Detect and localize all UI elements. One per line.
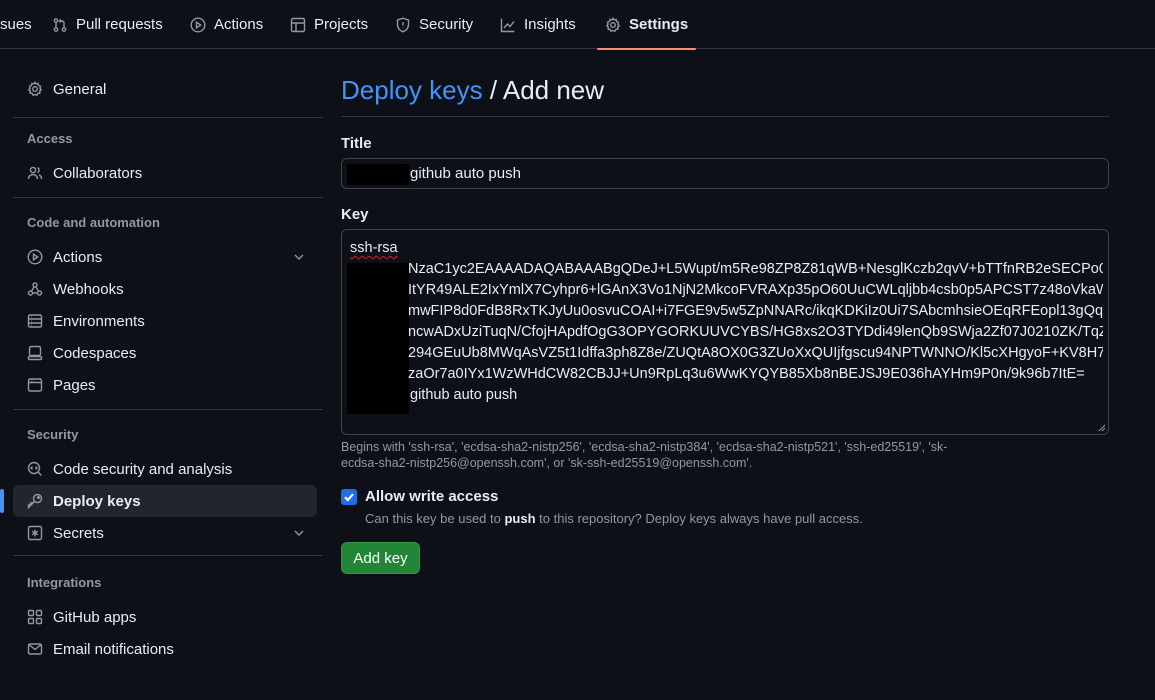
sidebar-divider xyxy=(13,555,323,556)
sidebar-divider xyxy=(13,197,323,198)
key-line: ssh-rsa xyxy=(350,240,398,256)
tab-label: Pull requests xyxy=(76,16,163,33)
sidebar-item-label: General xyxy=(53,80,107,98)
table-icon xyxy=(290,17,306,32)
webhook-icon xyxy=(27,282,43,296)
sidebar-item-label: Code security and analysis xyxy=(53,460,233,478)
sidebar-item-pages[interactable]: Pages xyxy=(13,369,317,401)
desc-text: to this repository? Deploy keys always h… xyxy=(535,511,863,526)
sidebar-item-secrets[interactable]: Secrets xyxy=(13,517,317,549)
active-indicator xyxy=(0,489,4,513)
sidebar-item-label: GitHub apps xyxy=(53,608,137,626)
sidebar-divider xyxy=(13,409,323,410)
title-divider xyxy=(341,116,1109,117)
desc-text: Can this key be used to xyxy=(365,511,505,526)
key-line: ItYR49ALE2IxYmlX7Cyhpr6+lGAnX3Vo1NjN2Mkc… xyxy=(408,282,1103,298)
gear-icon xyxy=(605,16,621,32)
sidebar-item-environments[interactable]: Environments xyxy=(13,305,317,337)
tab-security[interactable]: Security xyxy=(395,0,473,49)
key-icon xyxy=(27,493,43,509)
mail-icon xyxy=(27,643,43,655)
secret-icon xyxy=(27,525,43,541)
sidebar-item-label: Environments xyxy=(53,312,145,330)
sidebar-heading-access: Access xyxy=(27,131,73,146)
chevron-down-icon[interactable] xyxy=(291,249,307,265)
people-icon xyxy=(27,166,43,180)
key-line: 294GEuUb8MWqAsVZ5t1Idffa3ph8Z8e/ZUQtA8OX… xyxy=(408,345,1103,361)
sidebar-divider xyxy=(13,117,323,118)
tab-pull-requests[interactable]: Pull requests xyxy=(52,0,163,49)
allow-write-checkbox[interactable] xyxy=(341,489,357,505)
sidebar-item-label: Deploy keys xyxy=(53,492,141,510)
repo-nav: sues Pull requests Actions Projects Secu… xyxy=(0,0,1155,50)
tab-projects[interactable]: Projects xyxy=(290,0,368,49)
allow-write-description: Can this key be used to push to this rep… xyxy=(365,511,863,526)
tab-label: Actions xyxy=(214,16,264,33)
key-format-hint: Begins with 'ssh-rsa', 'ecdsa-sha2-nistp… xyxy=(341,440,948,470)
breadcrumb-current: / Add new xyxy=(482,75,605,105)
sidebar-item-deploy-keys[interactable]: Deploy keys xyxy=(13,485,317,517)
sidebar-item-label: Actions xyxy=(53,248,103,266)
sidebar-item-webhooks[interactable]: Webhooks xyxy=(13,273,317,305)
sidebar-item-github-apps[interactable]: GitHub apps xyxy=(13,601,317,633)
sidebar-item-label: Email notifications xyxy=(53,640,174,658)
sidebar-item-code-security[interactable]: Code security and analysis xyxy=(13,453,317,485)
sidebar-item-collaborators[interactable]: Collaborators xyxy=(13,157,317,189)
allow-write-label[interactable]: Allow write access xyxy=(365,488,498,505)
sidebar-heading-code-automation: Code and automation xyxy=(27,215,160,230)
check-icon xyxy=(344,493,354,502)
sidebar-heading-integrations: Integrations xyxy=(27,575,102,590)
tab-label: Insights xyxy=(524,16,576,33)
sidebar-item-general[interactable]: General xyxy=(13,73,317,105)
resize-handle-icon[interactable] xyxy=(1098,424,1106,432)
title-input-value: github auto push xyxy=(410,165,521,182)
sidebar-item-label: Secrets xyxy=(53,524,104,542)
sidebar-item-label: Webhooks xyxy=(53,280,124,298)
codescan-icon xyxy=(27,461,42,476)
graph-icon xyxy=(500,18,515,32)
redaction-box xyxy=(347,263,409,414)
chevron-down-icon[interactable] xyxy=(291,525,307,541)
sidebar-item-codespaces[interactable]: Codespaces xyxy=(13,337,317,369)
play-icon xyxy=(27,249,43,265)
shield-icon xyxy=(396,16,410,33)
tab-insights[interactable]: Insights xyxy=(500,0,576,49)
gear-icon xyxy=(27,81,43,97)
tab-label: sues xyxy=(0,16,32,33)
add-key-button[interactable]: Add key xyxy=(341,542,420,574)
tab-settings[interactable]: Settings xyxy=(596,0,697,50)
sidebar-item-label: Collaborators xyxy=(53,164,143,182)
key-textarea[interactable]: ssh-rsa NzaC1yc2EAAAADAQABAAABgQDeJ+L5Wu… xyxy=(341,229,1109,435)
sidebar-item-label: Pages xyxy=(53,376,96,394)
tab-label: Settings xyxy=(629,16,689,33)
key-line: ncwADxUziTuqN/CfojHApdfOgG3OPYGORKUUVCYB… xyxy=(408,324,1103,340)
title-label: Title xyxy=(341,135,372,152)
sidebar-item-email-notifications[interactable]: Email notifications xyxy=(13,633,317,665)
codespaces-icon xyxy=(27,345,43,361)
key-line: NzaC1yc2EAAAADAQABAAABgQDeJ+L5Wupt/m5Re9… xyxy=(408,261,1103,277)
key-label: Key xyxy=(341,206,369,223)
tab-label: Projects xyxy=(314,16,369,33)
page-title: Deploy keys / Add new xyxy=(341,75,604,106)
apps-icon xyxy=(27,609,43,625)
browser-icon xyxy=(27,378,43,392)
key-line: mwFIP8d0FdB8RxTKJyUu0osvuCOAI+i7FGE9v5w5… xyxy=(408,303,1103,319)
key-line: github auto push xyxy=(410,387,518,403)
tab-issues[interactable]: sues xyxy=(0,0,32,49)
sidebar-item-actions[interactable]: Actions xyxy=(13,241,317,273)
sidebar-heading-security: Security xyxy=(27,427,79,442)
play-icon xyxy=(190,16,206,33)
desc-bold: push xyxy=(504,511,536,526)
pull-request-icon xyxy=(53,17,67,32)
tab-label: Security xyxy=(419,16,474,33)
key-line: zaOr7a0IYx1WzWHdCW82CBJJ+Un9RpLq3u6WwKYQ… xyxy=(408,366,1085,382)
title-input[interactable]: github auto push xyxy=(341,158,1109,189)
tab-actions[interactable]: Actions xyxy=(190,0,263,49)
server-icon xyxy=(27,314,43,328)
breadcrumb-deploy-keys-link[interactable]: Deploy keys xyxy=(341,75,483,105)
redaction-box xyxy=(347,164,409,185)
sidebar-item-label: Codespaces xyxy=(53,344,137,362)
